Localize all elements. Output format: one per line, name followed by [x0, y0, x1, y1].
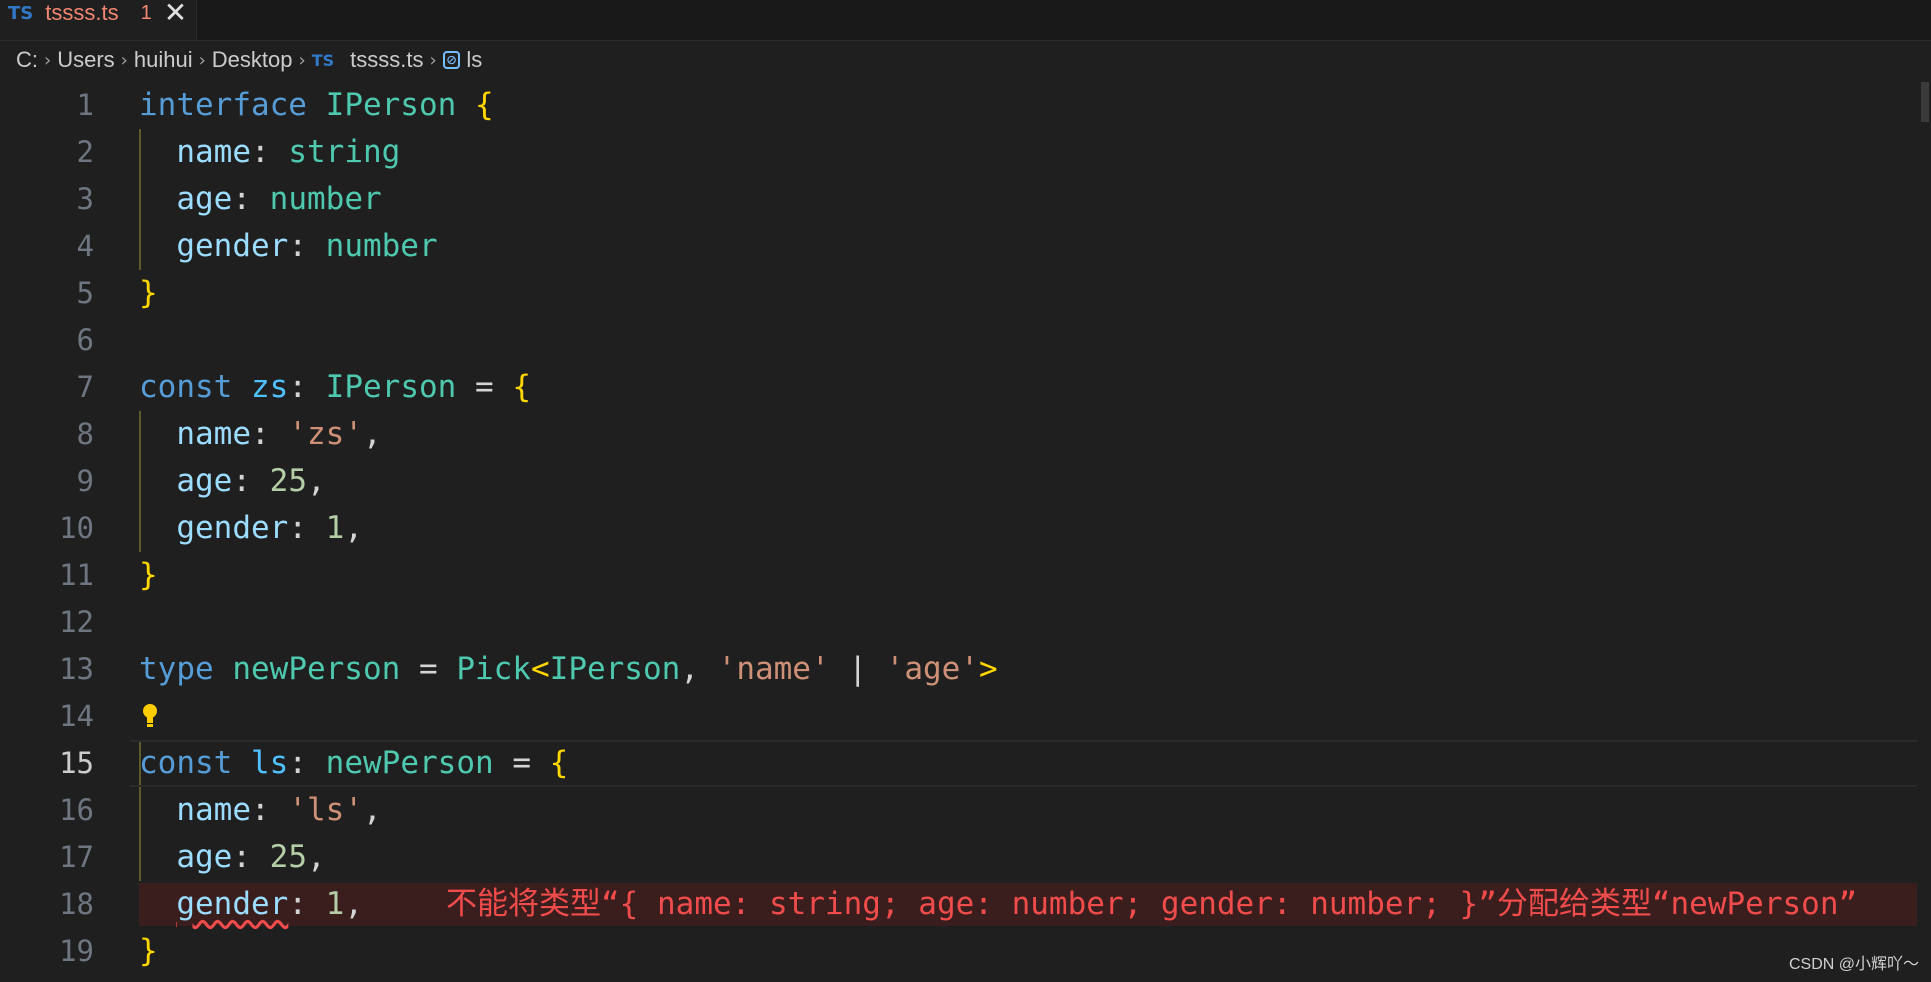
code-line: 12: [0, 599, 1931, 646]
tab-filename: tssss.ts: [45, 0, 119, 25]
line-number: 14: [59, 699, 94, 733]
line-number: 18: [59, 887, 94, 921]
code-text: age: 25,: [176, 463, 326, 499]
lightbulb-icon[interactable]: [142, 703, 158, 729]
code-text: interface IPerson {: [139, 87, 494, 123]
watermark: CSDN @小辉吖～: [1788, 956, 1919, 973]
code-line: 2 name: string: [0, 129, 1931, 176]
tab-bar: TS tssss.ts 1 ✕: [0, 0, 1931, 41]
chevron-right-icon: ›: [298, 49, 306, 71]
chevron-right-icon: ›: [120, 49, 128, 71]
code-line-current: 15 const ls: newPerson = {: [0, 740, 1931, 787]
breadcrumb-item-symbol[interactable]: ls: [466, 47, 482, 73]
code-line: 10 gender: 1,: [0, 505, 1931, 552]
problem-count-badge: 1: [140, 1, 152, 24]
line-number: 12: [59, 605, 94, 639]
code-text: }: [139, 275, 158, 311]
code-text: name: string: [176, 134, 401, 170]
inline-error-message: 不能将类型“{ name: string; age: number; gende…: [446, 886, 1858, 922]
code-text: name: 'zs',: [176, 416, 382, 452]
line-number: 6: [76, 323, 94, 357]
code-line-error: 18 gender: 1, 不能将类型“{ name: string; age:…: [0, 881, 1931, 928]
breadcrumb-item-drive[interactable]: C:: [16, 47, 38, 73]
code-line: 11 }: [0, 552, 1931, 599]
code-text: type newPerson = Pick<IPerson, 'name' | …: [139, 651, 998, 687]
code-text: }: [139, 933, 158, 969]
code-line: 13 type newPerson = Pick<IPerson, 'name'…: [0, 646, 1931, 693]
editor-scrollbar[interactable]: [1917, 82, 1931, 982]
line-number: 8: [76, 417, 94, 451]
line-number: 13: [59, 652, 94, 686]
line-number: 7: [76, 370, 94, 404]
code-text: age: 25,: [176, 839, 326, 875]
line-number: 4: [76, 229, 94, 263]
code-line: 4 gender: number: [0, 223, 1931, 270]
breadcrumb-item-desktop[interactable]: Desktop: [212, 47, 293, 73]
code-text: gender: 1,: [176, 510, 363, 546]
chevron-right-icon: ›: [429, 49, 437, 71]
breadcrumb: C: › Users › huihui › Desktop › TS tssss…: [16, 44, 482, 76]
code-line: 17 age: 25,: [0, 834, 1931, 881]
code-line: 3 age: number: [0, 176, 1931, 223]
code-text: name: 'ls',: [176, 792, 382, 828]
breadcrumb-item-huihui[interactable]: huihui: [134, 47, 193, 73]
code-text: const ls: newPerson = {: [139, 745, 569, 781]
close-icon[interactable]: ✕: [164, 0, 187, 29]
line-number: 9: [76, 464, 94, 498]
line-number: 16: [59, 793, 94, 827]
line-number: 1: [76, 88, 94, 122]
line-number: 5: [76, 276, 94, 310]
code-text: gender: 1,: [176, 886, 363, 922]
code-line: 5 }: [0, 270, 1931, 317]
chevron-right-icon: ›: [44, 49, 52, 71]
code-line: 19 }: [0, 928, 1931, 975]
code-line: 7 const zs: IPerson = {: [0, 364, 1931, 411]
line-number: 17: [59, 840, 94, 874]
line-number: 19: [59, 934, 94, 968]
code-text: const zs: IPerson = {: [139, 369, 532, 405]
code-text: gender: number: [176, 228, 438, 264]
code-text: age: number: [176, 181, 382, 217]
scrollbar-thumb[interactable]: [1921, 82, 1929, 122]
line-number: 15: [59, 746, 94, 780]
chevron-right-icon: ›: [198, 49, 206, 71]
line-number: 10: [59, 511, 94, 545]
code-text: }: [139, 557, 158, 593]
tab-tssss-ts[interactable]: TS tssss.ts 1 ✕: [0, 0, 197, 40]
line-number: 11: [59, 558, 94, 592]
line-number: 3: [76, 182, 94, 216]
breadcrumb-item-users[interactable]: Users: [57, 47, 114, 73]
code-line: 8 name: 'zs',: [0, 411, 1931, 458]
code-editor[interactable]: 1 interface IPerson { 2 name: string 3 a…: [0, 82, 1931, 982]
code-line: 9 age: 25,: [0, 458, 1931, 505]
typescript-file-icon: TS: [8, 2, 34, 24]
code-line: 14: [0, 693, 1931, 740]
line-number: 2: [76, 135, 94, 169]
symbol-variable-icon: ⊘: [442, 51, 461, 69]
code-line: 1 interface IPerson {: [0, 82, 1931, 129]
breadcrumb-item-file[interactable]: tssss.ts: [350, 47, 423, 73]
code-line: 16 name: 'ls',: [0, 787, 1931, 834]
typescript-file-icon: TS: [311, 50, 335, 70]
code-line: 6: [0, 317, 1931, 364]
